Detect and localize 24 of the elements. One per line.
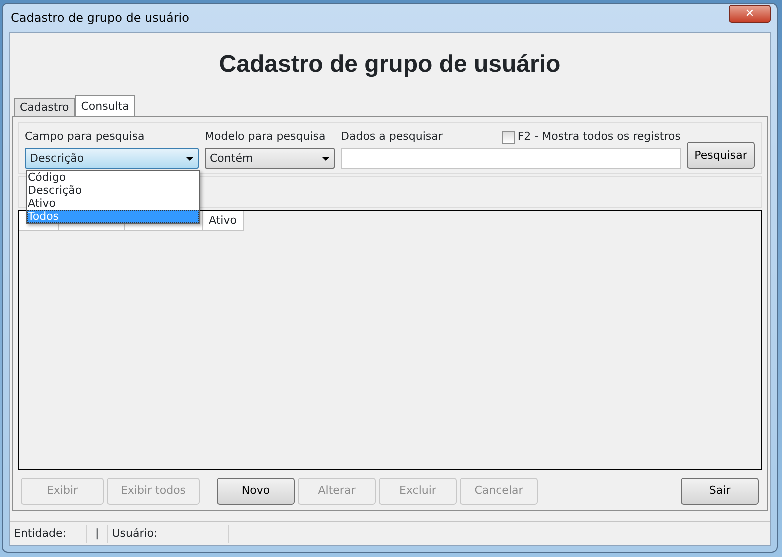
form-heading: Cadastro de grupo de usuário <box>218 50 562 80</box>
model-label: Modelo para pesquisa <box>205 129 327 145</box>
action-button[interactable]: Sair <box>681 478 759 505</box>
search-field-dropdown[interactable]: Descrição <box>25 148 199 170</box>
dropdown-option[interactable]: Descrição <box>27 184 199 197</box>
column-header[interactable]: Ativo <box>203 211 244 232</box>
tab[interactable]: Consulta <box>75 95 136 116</box>
status-text: Entidade: <box>10 524 88 542</box>
dropdown-option[interactable]: Ativo <box>27 197 199 210</box>
tab[interactable]: Cadastro <box>14 98 76 116</box>
window-title: Cadastro de grupo de usuário <box>10 10 190 27</box>
show-all-checkbox[interactable] <box>502 130 516 144</box>
data-label: Dados a pesquisar <box>341 129 443 145</box>
dropdown-option[interactable]: Código <box>27 171 199 184</box>
search-input[interactable] <box>341 148 681 170</box>
caret-icon <box>186 156 194 161</box>
search-model-dropdown[interactable]: Contém <box>205 148 335 170</box>
action-button[interactable]: Novo <box>217 478 295 505</box>
status-text: Usuário: <box>108 524 229 542</box>
caret-icon <box>322 156 330 161</box>
search-button[interactable]: Pesquisar <box>687 142 755 170</box>
status-text: | <box>87 524 108 542</box>
show-all-label: F2 - Mostra todos os registros <box>518 129 681 145</box>
field-label: Campo para pesquisa <box>25 129 146 145</box>
